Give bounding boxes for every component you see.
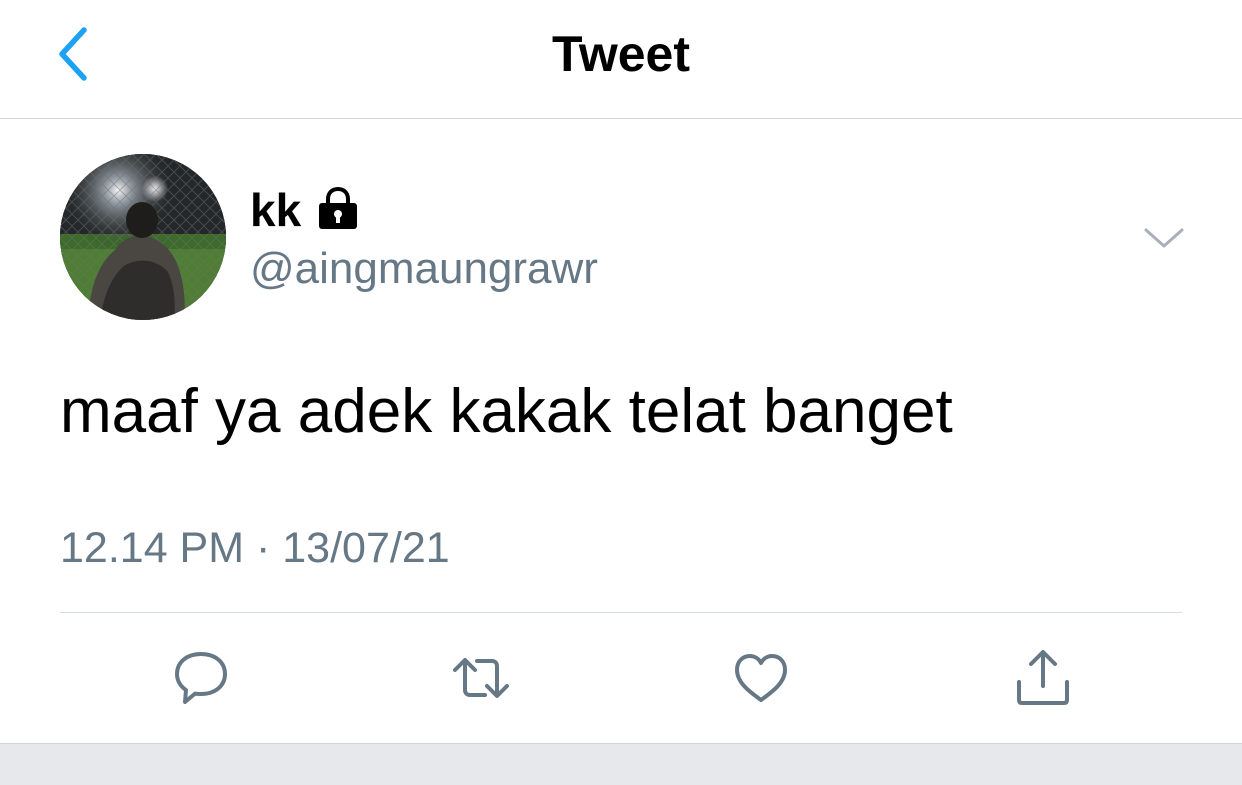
lock-icon	[315, 185, 361, 231]
like-icon	[735, 654, 787, 702]
avatar-image	[60, 154, 226, 320]
share-icon	[1017, 650, 1069, 705]
reply-button[interactable]	[171, 648, 231, 708]
retweet-button[interactable]	[451, 648, 511, 708]
display-name: kk	[250, 184, 302, 236]
tweet-timestamp: 12.14 PM · 13/07/21	[60, 524, 450, 572]
user-handle[interactable]: @aingmaungrawr	[250, 243, 598, 295]
bottom-bar	[0, 743, 1242, 785]
divider	[60, 612, 1182, 613]
share-button[interactable]	[1013, 648, 1073, 708]
tweet-text: maaf ya adek kakak telat banget	[60, 377, 953, 446]
avatar[interactable]	[60, 154, 226, 320]
retweet-icon	[453, 658, 509, 698]
author-name-row[interactable]: kk	[250, 183, 361, 237]
reply-icon	[175, 652, 227, 704]
chevron-down-icon	[1144, 228, 1184, 248]
page-title: Tweet	[552, 26, 690, 82]
tweet-menu-button[interactable]	[1142, 220, 1186, 256]
nav-header: Tweet	[0, 0, 1242, 119]
like-button[interactable]	[731, 648, 791, 708]
